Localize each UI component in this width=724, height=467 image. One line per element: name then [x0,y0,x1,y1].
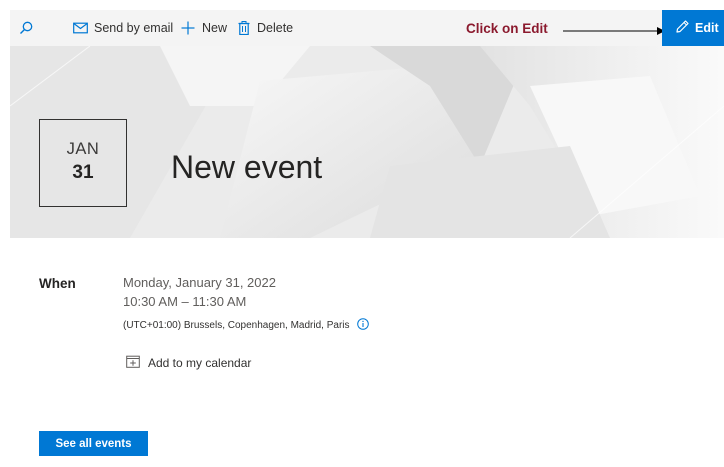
timezone-text: (UTC+01:00) Brussels, Copenhagen, Madrid… [123,320,350,331]
add-to-calendar-label: Add to my calendar [148,356,252,370]
search-icon [19,21,33,35]
new-label: New [202,21,228,35]
edit-button[interactable]: Edit [662,10,724,46]
edit-label: Edit [695,21,719,35]
event-banner: JAN 31 New event [10,46,724,238]
when-label: When [39,276,76,291]
event-date-box: JAN 31 [39,119,127,207]
send-by-email-label: Send by email [94,21,174,35]
plus-icon [181,21,195,35]
pencil-icon [662,20,689,36]
search-button[interactable] [19,10,39,46]
trash-icon [238,21,250,35]
see-all-events-button[interactable]: See all events [39,431,148,456]
delete-button[interactable]: Delete [238,10,293,46]
event-timezone: (UTC+01:00) Brussels, Copenhagen, Madrid… [123,318,369,333]
event-title: New event [171,149,323,185]
event-month: JAN [66,140,100,158]
new-button[interactable]: New [181,10,227,46]
event-day: 31 [72,162,94,183]
annotation-click-on-edit: Click on Edit [466,20,548,36]
add-to-calendar-link[interactable]: Add to my calendar [126,355,251,371]
annotation-arrow-icon [563,27,665,35]
event-date-text: Monday, January 31, 2022 [123,275,276,290]
mail-icon [73,22,88,34]
delete-label: Delete [257,21,294,35]
calendar-add-icon [126,355,140,371]
info-icon[interactable] [356,318,369,333]
send-by-email-button[interactable]: Send by email [73,10,173,46]
event-time-text: 10:30 AM – 11:30 AM [123,294,247,309]
